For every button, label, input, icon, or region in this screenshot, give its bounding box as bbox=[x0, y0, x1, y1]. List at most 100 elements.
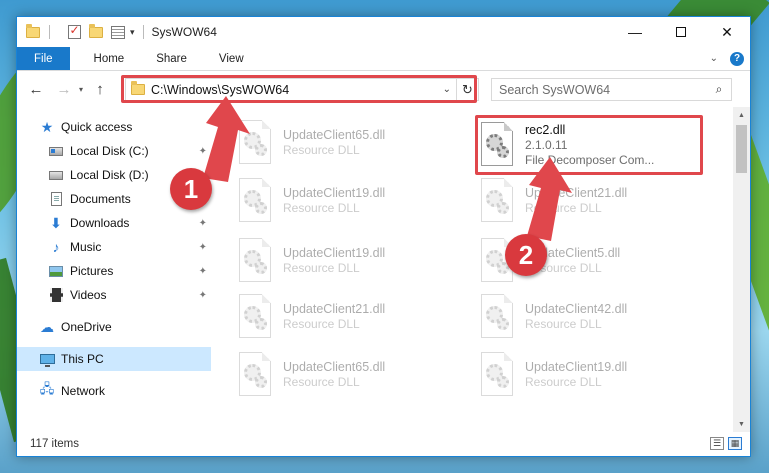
downloads-icon: ⬇ bbox=[50, 214, 62, 231]
callout-step-1: 1 bbox=[170, 168, 212, 210]
file-type: Resource DLL bbox=[283, 261, 360, 275]
vertical-scrollbar[interactable]: ▲ ▼ bbox=[733, 107, 750, 432]
scroll-down-icon[interactable]: ▼ bbox=[733, 416, 750, 432]
sidebar-item-label: This PC bbox=[61, 352, 104, 366]
tab-file[interactable]: File bbox=[17, 47, 70, 70]
file-item[interactable]: UpdateClient21.dll Resource DLL bbox=[237, 289, 467, 345]
sidebar-item-label: OneDrive bbox=[61, 320, 112, 334]
customize-toolbar-icon[interactable]: ▾ bbox=[130, 27, 135, 38]
file-item[interactable]: UpdateClient65.dll Resource DLL bbox=[237, 115, 467, 171]
sidebar-item-label: Music bbox=[70, 240, 102, 254]
sidebar-item-videos[interactable]: Videos ✦ bbox=[17, 283, 211, 307]
explorer-window: ▾ SysWOW64 — ✕ File Home Share View ⌄ ? … bbox=[16, 16, 751, 457]
navigation-pane: ★ Quick access Local Disk (C:) ✦ Local D… bbox=[17, 107, 211, 432]
file-item[interactable]: UpdateClient19.dll Resource DLL bbox=[479, 347, 709, 403]
drive-d-icon bbox=[48, 167, 64, 183]
music-icon: ♪ bbox=[52, 239, 60, 255]
file-item[interactable]: UpdateClient21.dll Resource DLL bbox=[479, 173, 709, 229]
file-item[interactable]: UpdateClient42.dll Resource DLL bbox=[479, 289, 709, 345]
recent-locations-icon[interactable]: ▾ bbox=[75, 78, 87, 100]
address-highlight-box bbox=[121, 75, 477, 103]
file-type: Resource DLL bbox=[525, 201, 602, 215]
rename-icon[interactable] bbox=[110, 24, 126, 40]
videos-icon bbox=[48, 287, 64, 303]
file-item[interactable]: UpdateClient65.dll Resource DLL bbox=[237, 347, 467, 403]
back-arrow-icon[interactable]: ← bbox=[25, 78, 47, 100]
dll-file-icon bbox=[237, 120, 273, 166]
file-highlight-box bbox=[475, 115, 703, 175]
this-pc-icon bbox=[39, 351, 55, 367]
details-view-icon[interactable]: ☰ bbox=[710, 437, 724, 450]
sidebar-item-downloads[interactable]: ⬇ Downloads ✦ bbox=[17, 211, 211, 235]
dll-file-icon bbox=[237, 178, 273, 224]
drive-c-icon bbox=[48, 143, 64, 159]
new-folder-icon[interactable] bbox=[88, 23, 104, 40]
dll-file-icon bbox=[479, 352, 515, 398]
documents-icon bbox=[48, 191, 64, 207]
file-type: Resource DLL bbox=[283, 375, 360, 389]
dll-file-icon bbox=[479, 294, 515, 340]
dll-file-icon bbox=[479, 178, 515, 224]
sidebar-item-pictures[interactable]: Pictures ✦ bbox=[17, 259, 211, 283]
pin-icon[interactable]: ✦ bbox=[199, 146, 207, 157]
callout-step-2: 2 bbox=[505, 234, 547, 276]
properties-check-icon[interactable] bbox=[66, 23, 82, 40]
help-icon[interactable]: ? bbox=[730, 51, 744, 66]
file-name: UpdateClient19.dll bbox=[283, 186, 386, 200]
sidebar-item-onedrive[interactable]: ☁ OneDrive bbox=[17, 315, 211, 339]
search-icon[interactable]: ⌕ bbox=[707, 82, 731, 97]
sidebar-item-label: Quick access bbox=[61, 120, 133, 134]
search-input[interactable] bbox=[499, 82, 707, 97]
sidebar-item-this-pc[interactable]: This PC bbox=[17, 347, 211, 371]
sidebar-item-label: Videos bbox=[70, 288, 107, 302]
sidebar-item-quick-access[interactable]: ★ Quick access bbox=[17, 115, 211, 139]
sidebar-item-label: Network bbox=[61, 384, 106, 398]
maximize-button[interactable] bbox=[658, 17, 704, 47]
pin-icon[interactable]: ✦ bbox=[199, 242, 207, 253]
title-bar: ▾ SysWOW64 — ✕ bbox=[17, 17, 750, 47]
file-type: Resource DLL bbox=[525, 317, 602, 331]
pictures-icon bbox=[48, 263, 64, 279]
window-title: SysWOW64 bbox=[151, 25, 217, 39]
large-icons-view-icon[interactable]: ▦ bbox=[728, 437, 742, 450]
close-button[interactable]: ✕ bbox=[704, 17, 750, 47]
dll-file-icon bbox=[237, 294, 273, 340]
network-icon: 🖧 bbox=[39, 381, 55, 396]
file-name: UpdateClient19.dll bbox=[525, 360, 628, 374]
sidebar-item-music[interactable]: ♪ Music ✦ bbox=[17, 235, 211, 259]
sidebar-item-local-disk-c[interactable]: Local Disk (C:) ✦ bbox=[17, 139, 211, 163]
file-name: UpdateClient21.dll bbox=[525, 186, 628, 200]
tab-share[interactable]: Share bbox=[140, 47, 203, 70]
dll-file-icon bbox=[237, 352, 273, 398]
scroll-up-icon[interactable]: ▲ bbox=[733, 107, 750, 123]
pin-icon[interactable]: ✦ bbox=[199, 266, 207, 277]
file-name: UpdateClient65.dll bbox=[283, 128, 386, 142]
file-item[interactable]: UpdateClient19.dll Resource DLL bbox=[237, 233, 467, 289]
forward-arrow-icon[interactable]: → bbox=[53, 78, 75, 100]
folder-icon bbox=[25, 23, 41, 40]
sidebar-item-label: Documents bbox=[70, 192, 131, 206]
file-item[interactable]: UpdateClient19.dll Resource DLL bbox=[237, 173, 467, 229]
expand-ribbon-icon[interactable]: ⌄ bbox=[704, 47, 724, 70]
minimize-button[interactable]: — bbox=[612, 17, 658, 47]
file-type: Resource DLL bbox=[283, 201, 360, 215]
tab-view[interactable]: View bbox=[203, 47, 260, 70]
pin-icon[interactable]: ✦ bbox=[199, 218, 207, 229]
file-name: UpdateClient42.dll bbox=[525, 302, 628, 316]
onedrive-icon: ☁ bbox=[40, 318, 54, 335]
sidebar-item-network[interactable]: 🖧 Network bbox=[17, 379, 211, 403]
view-buttons: ☰ ▦ bbox=[710, 437, 742, 450]
scroll-thumb[interactable] bbox=[736, 125, 747, 173]
file-name: UpdateClient19.dll bbox=[283, 246, 386, 260]
tab-home[interactable]: Home bbox=[78, 47, 141, 70]
up-arrow-icon[interactable]: ↑ bbox=[89, 78, 111, 100]
file-type: Resource DLL bbox=[283, 317, 360, 331]
pin-icon[interactable]: ✦ bbox=[199, 290, 207, 301]
sidebar-item-label: Local Disk (C:) bbox=[70, 144, 149, 158]
file-name: UpdateClient21.dll bbox=[283, 302, 386, 316]
sidebar-item-label: Pictures bbox=[70, 264, 114, 278]
search-box[interactable]: ⌕ bbox=[491, 78, 732, 101]
sidebar-item-label: Downloads bbox=[70, 216, 130, 230]
status-bar: 117 items ☰ ▦ bbox=[17, 432, 750, 456]
dll-file-icon bbox=[237, 238, 273, 284]
